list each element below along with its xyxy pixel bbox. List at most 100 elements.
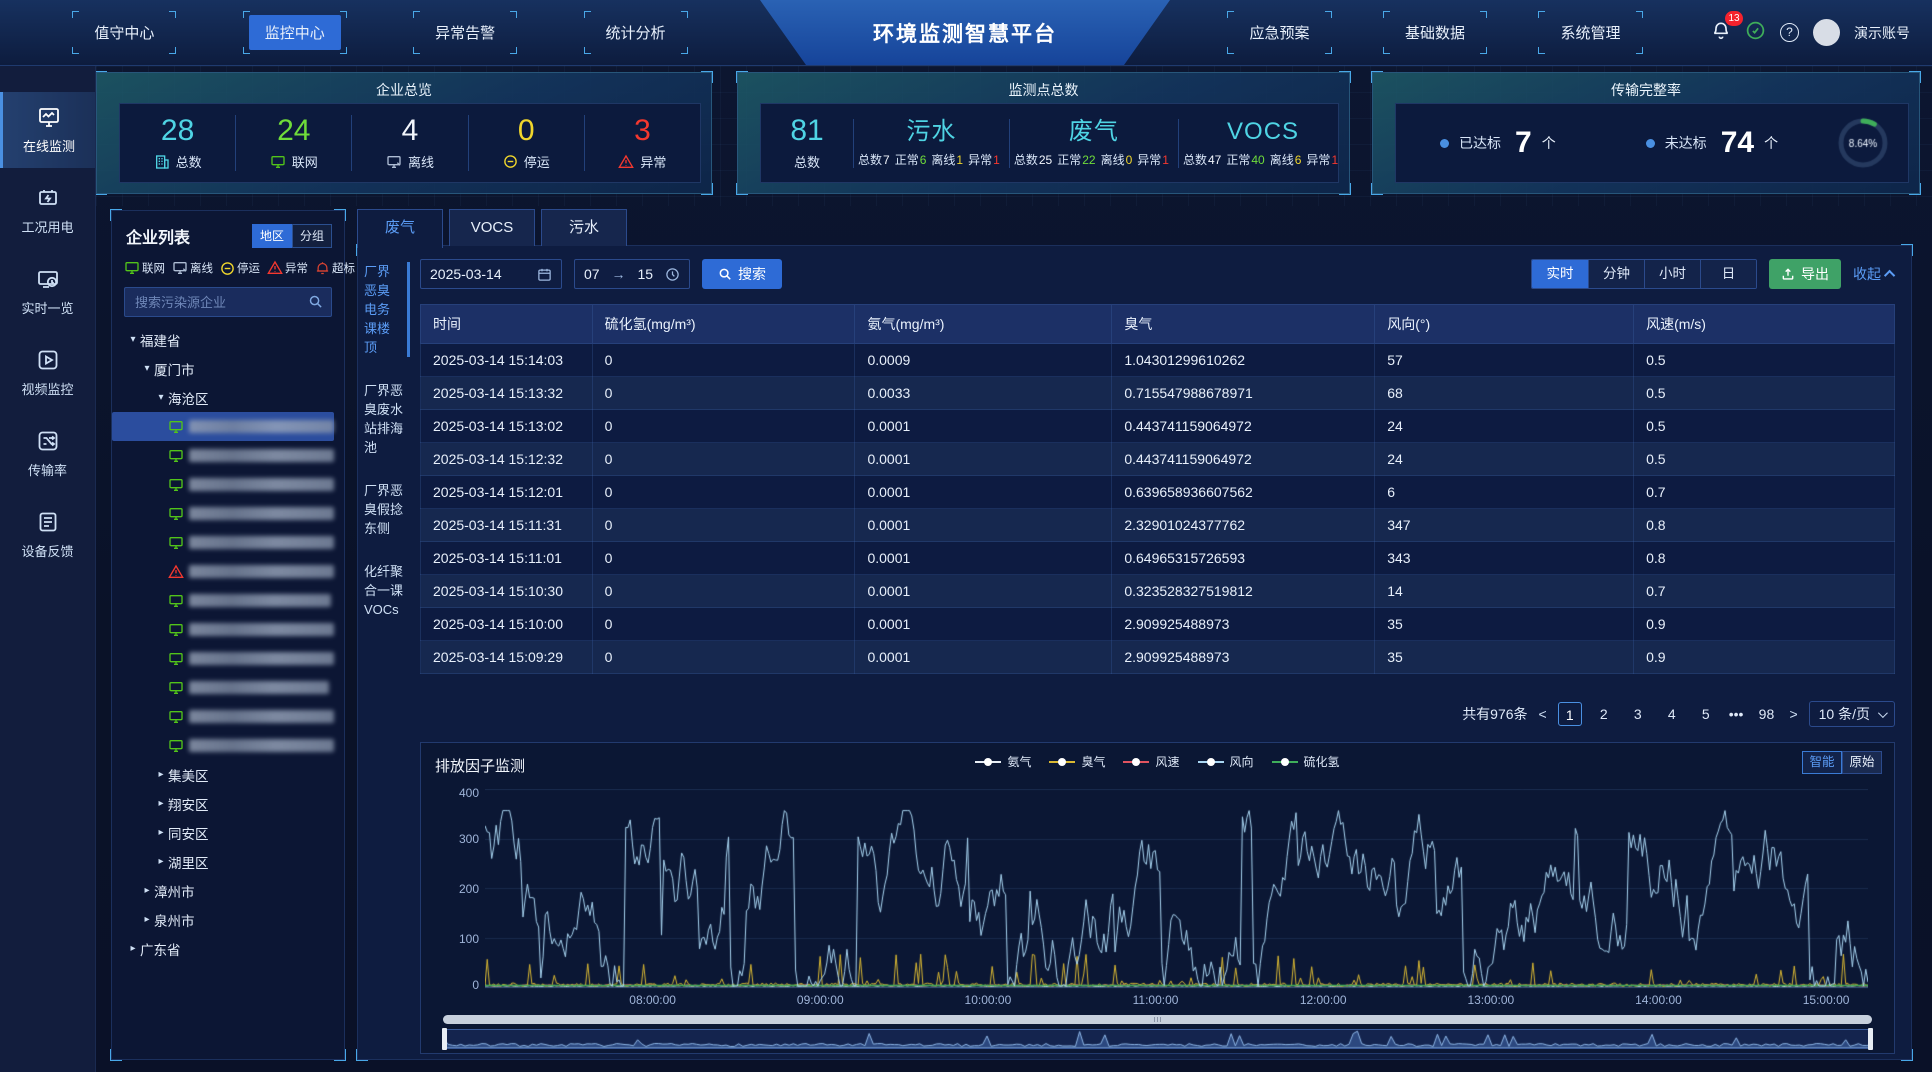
caret-right-icon[interactable] — [140, 914, 154, 925]
table-row[interactable]: 2025-03-14 15:09:2900.00012.909925488973… — [421, 641, 1895, 674]
tab-VOCS[interactable]: VOCS — [449, 209, 535, 246]
date-picker[interactable]: 2025-03-14 — [420, 259, 562, 289]
company-item[interactable] — [112, 441, 334, 470]
datazoom-strip[interactable] — [443, 1029, 1872, 1049]
chart-scrollbar[interactable] — [443, 1015, 1872, 1024]
tree-node-集美区[interactable]: 集美区 — [112, 760, 334, 789]
caret-right-icon[interactable] — [154, 769, 168, 780]
nav-item-0[interactable]: 值守中心 — [78, 15, 170, 50]
company-item[interactable] — [112, 702, 334, 731]
company-item[interactable] — [112, 731, 334, 760]
nav-item-right-2[interactable]: 系统管理 — [1544, 15, 1636, 50]
datazoom-left-handle[interactable] — [442, 1028, 447, 1050]
tree-node-海沧区[interactable]: 海沧区 — [112, 383, 334, 412]
tree-node-漳州市[interactable]: 漳州市 — [112, 876, 334, 905]
sidebar-item-4[interactable]: 传输率 — [0, 416, 95, 492]
caret-down-icon[interactable] — [154, 392, 168, 403]
caret-right-icon[interactable] — [154, 827, 168, 838]
company-tab-0[interactable]: 地区 — [252, 224, 292, 248]
sidebar-item-1[interactable]: 工况用电 — [0, 173, 95, 249]
company-item[interactable] — [112, 412, 334, 441]
table-row[interactable]: 2025-03-14 15:10:0000.00012.909925488973… — [421, 608, 1895, 641]
page-1[interactable]: 1 — [1558, 702, 1582, 726]
notification-bell-icon[interactable]: 13 — [1711, 20, 1731, 45]
tree-node-湖里区[interactable]: 湖里区 — [112, 847, 334, 876]
table-row[interactable]: 2025-03-14 15:13:0200.00010.443741159064… — [421, 410, 1895, 443]
tree-node-厦门市[interactable]: 厦门市 — [112, 354, 334, 383]
table-row[interactable]: 2025-03-14 15:11:3100.00012.329010243777… — [421, 509, 1895, 542]
caret-right-icon[interactable] — [140, 885, 154, 896]
station-item-0[interactable]: 厂界恶臭电务课楼顶 — [364, 262, 410, 357]
link-status-icon[interactable] — [1745, 20, 1766, 46]
company-item[interactable] — [112, 586, 334, 615]
page-2[interactable]: 2 — [1592, 702, 1616, 726]
export-button[interactable]: 导出 — [1769, 259, 1841, 289]
table-row[interactable]: 2025-03-14 15:13:3200.00330.715547988678… — [421, 377, 1895, 410]
avatar[interactable] — [1813, 19, 1840, 46]
caret-down-icon[interactable] — [126, 334, 140, 345]
nav-item-right-1[interactable]: 基础数据 — [1389, 15, 1481, 50]
company-item[interactable] — [112, 470, 334, 499]
account-name[interactable]: 演示账号 — [1854, 23, 1910, 43]
sidebar-item-5[interactable]: 设备反馈 — [0, 497, 95, 573]
toggle-原始[interactable]: 原始 — [1842, 751, 1882, 774]
tree-node-广东省[interactable]: 广东省 — [112, 934, 334, 963]
legend-风向[interactable]: 风向 — [1198, 753, 1254, 770]
company-item[interactable] — [112, 673, 334, 702]
sidebar-item-2[interactable]: 实时一览 — [0, 254, 95, 330]
search-input[interactable] — [125, 288, 331, 316]
table-row[interactable]: 2025-03-14 15:12:3200.00010.443741159064… — [421, 443, 1895, 476]
company-item[interactable] — [112, 644, 334, 673]
nav-item-3[interactable]: 统计分析 — [590, 15, 682, 50]
caret-down-icon[interactable] — [140, 363, 154, 374]
table-row[interactable]: 2025-03-14 15:11:0100.00010.649653157265… — [421, 542, 1895, 575]
legend-硫化氢[interactable]: 硫化氢 — [1272, 753, 1340, 770]
search-icon[interactable] — [308, 294, 323, 314]
time-range-picker[interactable]: 07 → 15 — [574, 259, 690, 289]
scrollbar-grip[interactable] — [1145, 1015, 1171, 1024]
search-button[interactable]: 搜索 — [702, 259, 782, 289]
nav-item-1[interactable]: 监控中心 — [249, 15, 341, 50]
company-tab-1[interactable]: 分组 — [292, 224, 332, 248]
datazoom-right-handle[interactable] — [1868, 1028, 1873, 1050]
tree-node-翔安区[interactable]: 翔安区 — [112, 789, 334, 818]
mode-小时[interactable]: 小时 — [1644, 260, 1700, 288]
caret-right-icon[interactable] — [154, 856, 168, 867]
nav-item-right-0[interactable]: 应急预案 — [1233, 15, 1325, 50]
help-icon[interactable] — [1780, 23, 1799, 42]
caret-right-icon[interactable] — [154, 798, 168, 809]
sidebar-item-3[interactable]: 视频监控 — [0, 335, 95, 411]
tree-node-泉州市[interactable]: 泉州市 — [112, 905, 334, 934]
tree-node-同安区[interactable]: 同安区 — [112, 818, 334, 847]
tree-node-福建省[interactable]: 福建省 — [112, 325, 334, 354]
last-page[interactable]: 98 — [1754, 702, 1778, 726]
tab-废气[interactable]: 废气 — [357, 209, 443, 248]
tab-污水[interactable]: 污水 — [541, 209, 627, 246]
legend-风速[interactable]: 风速 — [1123, 753, 1179, 770]
table-row[interactable]: 2025-03-14 15:14:0300.00091.043012996102… — [421, 344, 1895, 377]
company-item[interactable] — [112, 557, 334, 586]
table-row[interactable]: 2025-03-14 15:10:3000.00010.323528327519… — [421, 575, 1895, 608]
collapse-link[interactable]: 收起 — [1853, 264, 1895, 284]
legend-臭气[interactable]: 臭气 — [1049, 753, 1105, 770]
page-size-select[interactable]: 10 条/页 — [1809, 701, 1895, 727]
prev-page-arrow[interactable]: < — [1539, 706, 1547, 722]
station-item-3[interactable]: 化纤聚合一课VOCs — [364, 562, 410, 619]
next-page-arrow[interactable]: > — [1789, 706, 1797, 722]
mode-日[interactable]: 日 — [1700, 260, 1756, 288]
mode-分钟[interactable]: 分钟 — [1588, 260, 1644, 288]
page-3[interactable]: 3 — [1626, 702, 1650, 726]
station-item-1[interactable]: 厂界恶臭废水站排海池 — [364, 381, 410, 457]
station-item-2[interactable]: 厂界恶臭假捻东侧 — [364, 481, 410, 538]
company-item[interactable] — [112, 499, 334, 528]
mode-实时[interactable]: 实时 — [1532, 260, 1588, 288]
company-item[interactable] — [112, 528, 334, 557]
toggle-智能[interactable]: 智能 — [1802, 751, 1842, 774]
company-item[interactable] — [112, 615, 334, 644]
page-4[interactable]: 4 — [1660, 702, 1684, 726]
nav-item-2[interactable]: 异常告警 — [419, 15, 511, 50]
sidebar-item-0[interactable]: 在线监测 — [0, 92, 95, 168]
table-row[interactable]: 2025-03-14 15:12:0100.00010.639658936607… — [421, 476, 1895, 509]
legend-氨气[interactable]: 氨气 — [975, 753, 1031, 770]
caret-right-icon[interactable] — [126, 943, 140, 954]
